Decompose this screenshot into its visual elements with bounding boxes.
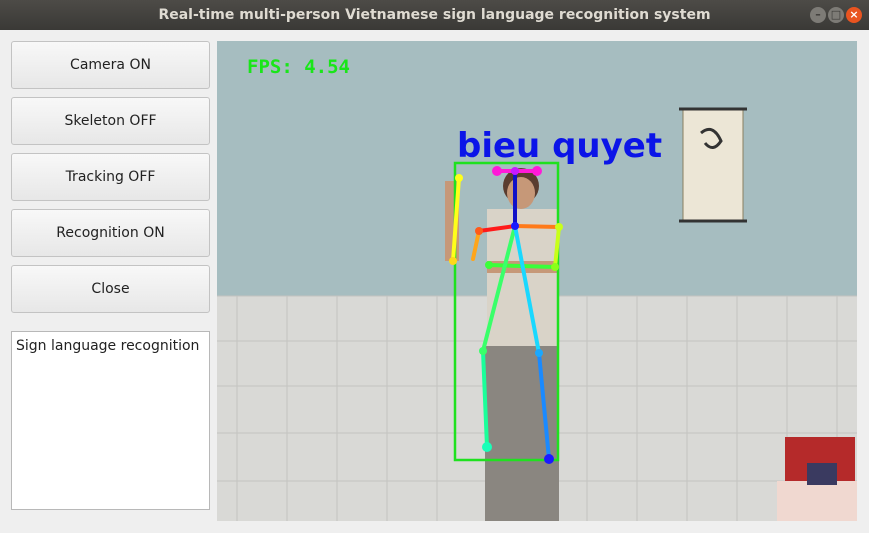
log-text: Sign language recognition — [16, 338, 200, 354]
skeleton-toggle-button[interactable]: Skeleton OFF — [11, 97, 210, 145]
tracking-toggle-button[interactable]: Tracking OFF — [11, 153, 210, 201]
minimize-icon[interactable]: – — [810, 7, 826, 23]
recognition-toggle-button[interactable]: Recognition ON — [11, 209, 210, 257]
title-bar: Real-time multi-person Vietnamese sign l… — [0, 0, 869, 30]
fps-counter: FPS: 4.54 — [247, 56, 350, 78]
close-button[interactable]: Close — [11, 265, 210, 313]
window-title: Real-time multi-person Vietnamese sign l… — [158, 7, 711, 23]
wall-scroll — [679, 107, 747, 223]
camera-frame: FPS: 4.54 bieu quyet — [217, 41, 857, 521]
recognized-sign-label: bieu quyet — [457, 126, 662, 166]
shelf-items — [777, 437, 857, 521]
camera-feed: FPS: 4.54 bieu quyet — [217, 41, 857, 521]
camera-toggle-button[interactable]: Camera ON — [11, 41, 210, 89]
log-text-area[interactable]: Sign language recognition — [11, 331, 210, 510]
left-shoulder-line — [513, 224, 561, 229]
close-icon[interactable]: × — [846, 7, 862, 23]
maximize-icon[interactable]: □ — [828, 7, 844, 23]
